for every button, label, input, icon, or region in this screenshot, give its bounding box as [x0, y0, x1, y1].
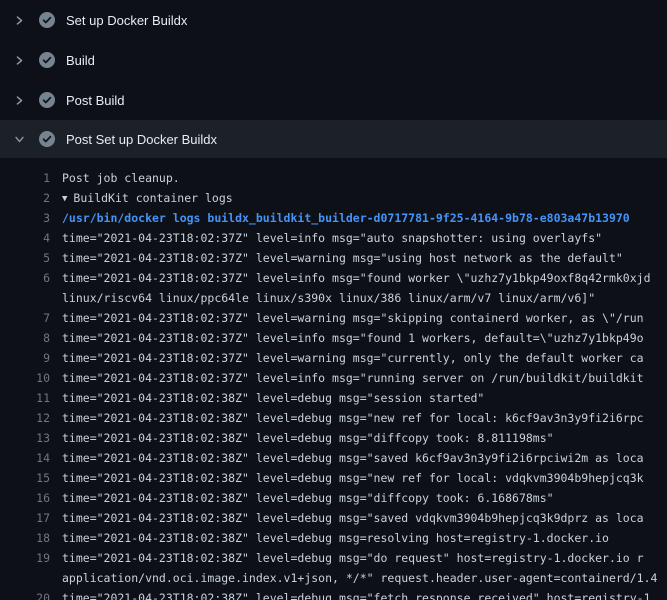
log-line-text: time="2021-04-23T18:02:38Z" level=debug …: [62, 388, 667, 408]
step-row-post-build[interactable]: Post Build: [0, 80, 667, 120]
step-label: Post Set up Docker Buildx: [66, 132, 217, 147]
log-line-number[interactable]: 11: [0, 388, 50, 408]
log-line-number[interactable]: 14: [0, 448, 50, 468]
log-line-number[interactable]: 20: [0, 588, 50, 600]
log-line: 3 /usr/bin/docker logs buildx_buildkit_b…: [0, 208, 667, 228]
log-line-text: time="2021-04-23T18:02:38Z" level=debug …: [62, 528, 667, 548]
check-circle-icon: [39, 52, 55, 68]
group-expanded-caret-icon[interactable]: ▼: [62, 189, 67, 208]
log-line: 9 time="2021-04-23T18:02:37Z" level=warn…: [0, 348, 667, 368]
step-row-post-set-up-docker-buildx[interactable]: Post Set up Docker Buildx: [0, 120, 667, 158]
log-line-number[interactable]: 12: [0, 408, 50, 428]
actions-log-viewer: Set up Docker Buildx Build Post Build Po…: [0, 0, 667, 600]
log-line: 6 time="2021-04-23T18:02:37Z" level=info…: [0, 268, 667, 288]
log-area: 1 Post job cleanup. 2 ▼BuildKit containe…: [0, 158, 667, 600]
chevron-right-icon: [12, 53, 26, 67]
step-label: Set up Docker Buildx: [66, 13, 187, 28]
log-line-number[interactable]: [0, 288, 50, 308]
log-line-text: time="2021-04-23T18:02:37Z" level=warnin…: [62, 348, 667, 368]
log-line-text: time="2021-04-23T18:02:38Z" level=debug …: [62, 588, 667, 600]
log-line: 10 time="2021-04-23T18:02:37Z" level=inf…: [0, 368, 667, 388]
chevron-right-icon: [12, 13, 26, 27]
log-line: 12 time="2021-04-23T18:02:38Z" level=deb…: [0, 408, 667, 428]
log-line: linux/riscv64 linux/ppc64le linux/s390x …: [0, 288, 667, 308]
log-line: 5 time="2021-04-23T18:02:37Z" level=warn…: [0, 248, 667, 268]
log-line-text: time="2021-04-23T18:02:37Z" level=info m…: [62, 268, 667, 288]
log-line-text: time="2021-04-23T18:02:38Z" level=debug …: [62, 408, 667, 428]
log-line-number[interactable]: 15: [0, 468, 50, 488]
log-line: 14 time="2021-04-23T18:02:38Z" level=deb…: [0, 448, 667, 468]
log-line: 16 time="2021-04-23T18:02:38Z" level=deb…: [0, 488, 667, 508]
log-line-number[interactable]: 16: [0, 488, 50, 508]
log-line: 13 time="2021-04-23T18:02:38Z" level=deb…: [0, 428, 667, 448]
log-line-number[interactable]: 8: [0, 328, 50, 348]
step-row-set-up-docker-buildx[interactable]: Set up Docker Buildx: [0, 0, 667, 40]
log-line-text: time="2021-04-23T18:02:37Z" level=info m…: [62, 228, 667, 248]
chevron-right-icon: [12, 93, 26, 107]
log-line-number[interactable]: 13: [0, 428, 50, 448]
log-line: 19 time="2021-04-23T18:02:38Z" level=deb…: [0, 548, 667, 568]
log-line-text: Post job cleanup.: [62, 168, 667, 188]
log-line-number[interactable]: 5: [0, 248, 50, 268]
log-line-text: /usr/bin/docker logs buildx_buildkit_bui…: [62, 208, 667, 228]
log-group-toggle[interactable]: 2 ▼BuildKit container logs: [0, 188, 667, 208]
step-list: Set up Docker Buildx Build Post Build Po…: [0, 0, 667, 158]
log-line-number[interactable]: [0, 568, 50, 588]
log-line-text: time="2021-04-23T18:02:38Z" level=debug …: [62, 508, 667, 528]
log-line: 17 time="2021-04-23T18:02:38Z" level=deb…: [0, 508, 667, 528]
log-line-text: time="2021-04-23T18:02:37Z" level=info m…: [62, 368, 667, 388]
log-line-number[interactable]: 9: [0, 348, 50, 368]
check-circle-icon: [39, 131, 55, 147]
log-line-text: time="2021-04-23T18:02:38Z" level=debug …: [62, 428, 667, 448]
step-label: Build: [66, 53, 95, 68]
log-line-text: time="2021-04-23T18:02:37Z" level=warnin…: [62, 308, 667, 328]
log-line-number[interactable]: 7: [0, 308, 50, 328]
check-circle-icon: [39, 92, 55, 108]
log-line-text: time="2021-04-23T18:02:38Z" level=debug …: [62, 488, 667, 508]
log-line-number[interactable]: 6: [0, 268, 50, 288]
log-line: 7 time="2021-04-23T18:02:37Z" level=warn…: [0, 308, 667, 328]
log-line-text: time="2021-04-23T18:02:37Z" level=warnin…: [62, 248, 667, 268]
log-line-number[interactable]: 3: [0, 208, 50, 228]
log-line-text: time="2021-04-23T18:02:37Z" level=info m…: [62, 328, 667, 348]
log-line: 15 time="2021-04-23T18:02:38Z" level=deb…: [0, 468, 667, 488]
log-line-text: time="2021-04-23T18:02:38Z" level=debug …: [62, 468, 667, 488]
log-line-text: ▼BuildKit container logs: [62, 188, 667, 208]
chevron-down-icon: [12, 132, 26, 146]
log-line-number[interactable]: 17: [0, 508, 50, 528]
log-line: 4 time="2021-04-23T18:02:37Z" level=info…: [0, 228, 667, 248]
log-line-text: time="2021-04-23T18:02:38Z" level=debug …: [62, 448, 667, 468]
log-line-number[interactable]: 4: [0, 228, 50, 248]
log-line: 1 Post job cleanup.: [0, 168, 667, 188]
step-label: Post Build: [66, 93, 125, 108]
log-line: 18 time="2021-04-23T18:02:38Z" level=deb…: [0, 528, 667, 548]
log-line-number[interactable]: 10: [0, 368, 50, 388]
log-line: application/vnd.oci.image.index.v1+json,…: [0, 568, 667, 588]
log-line-text: time="2021-04-23T18:02:38Z" level=debug …: [62, 548, 667, 568]
check-circle-icon: [39, 12, 55, 28]
log-line: 11 time="2021-04-23T18:02:38Z" level=deb…: [0, 388, 667, 408]
log-line-text: linux/riscv64 linux/ppc64le linux/s390x …: [62, 288, 667, 308]
log-line-number[interactable]: 2: [0, 188, 50, 208]
log-line-number[interactable]: 18: [0, 528, 50, 548]
log-line-text: application/vnd.oci.image.index.v1+json,…: [62, 568, 667, 588]
step-row-build[interactable]: Build: [0, 40, 667, 80]
log-line: 8 time="2021-04-23T18:02:37Z" level=info…: [0, 328, 667, 348]
log-line: 20 time="2021-04-23T18:02:38Z" level=deb…: [0, 588, 667, 600]
log-line-number[interactable]: 19: [0, 548, 50, 568]
log-line-number[interactable]: 1: [0, 168, 50, 188]
